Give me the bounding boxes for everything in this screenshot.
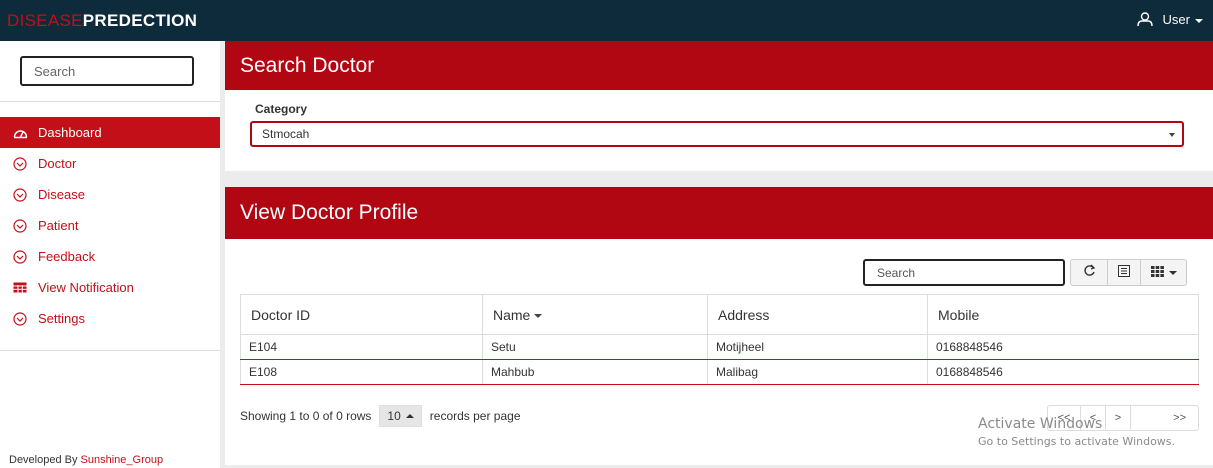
sidebar-item-label: Feedback xyxy=(38,249,96,264)
column-header-name[interactable]: Name xyxy=(482,294,708,335)
refresh-button[interactable] xyxy=(1070,259,1108,286)
column-header-mobile[interactable]: Mobile xyxy=(927,294,1199,335)
sidebar-divider xyxy=(0,350,220,351)
dropdown-arrow-icon xyxy=(1169,133,1175,137)
panel-title: Search Doctor xyxy=(225,41,1213,90)
search-doctor-panel: Search Doctor Category Stmocah xyxy=(225,41,1213,171)
sidebar-item-label: Disease xyxy=(38,187,85,202)
chevron-circle-down-icon xyxy=(12,187,28,203)
watermark-subtitle: Go to Settings to activate Windows. xyxy=(978,435,1176,448)
category-select[interactable]: Stmocah xyxy=(250,121,1184,147)
table-cell: Mahbub xyxy=(482,359,708,385)
sidebar-item-label: Patient xyxy=(38,218,79,233)
sort-caret-icon xyxy=(534,313,543,318)
brand-part-2: PREDECTION xyxy=(82,11,198,30)
dashboard-icon xyxy=(12,125,28,141)
sidebar-item-settings[interactable]: Settings xyxy=(0,303,220,334)
table-cell: E104 xyxy=(240,334,483,360)
column-header-label: Address xyxy=(718,306,770,323)
page-size-value: 10 xyxy=(387,409,401,423)
sidebar-item-view-notification[interactable]: View Notification xyxy=(0,272,220,303)
footer-prefix: Developed By xyxy=(9,454,81,466)
top-navbar: DISEASEPREDECTION User xyxy=(0,0,1213,41)
table-cell: 0168848546 xyxy=(927,359,1199,385)
user-icon xyxy=(1136,12,1153,27)
sidebar-item-feedback[interactable]: Feedback xyxy=(0,241,220,272)
category-label: Category xyxy=(255,102,308,116)
caret-up-icon xyxy=(405,414,414,418)
columns-icon xyxy=(1150,264,1164,282)
sidebar: Dashboard Doctor Disease Patient Feedbac… xyxy=(0,41,220,468)
table-cell: Setu xyxy=(482,334,708,360)
brand-logo[interactable]: DISEASEPREDECTION xyxy=(7,11,197,31)
table-cell: E108 xyxy=(240,359,483,385)
table-cell: 0168848546 xyxy=(927,334,1199,360)
table-header-row: Doctor ID Name Address Mobile xyxy=(240,294,1199,335)
sidebar-item-disease[interactable]: Disease xyxy=(0,179,220,210)
chevron-circle-down-icon xyxy=(12,156,28,172)
sidebar-item-dashboard[interactable]: Dashboard xyxy=(0,117,220,148)
table-row[interactable]: E108 Mahbub Malibag 0168848546 xyxy=(240,359,1199,385)
footer-link[interactable]: Sunshine_Group xyxy=(81,454,164,466)
user-menu-label: User xyxy=(1162,12,1190,27)
list-alt-icon xyxy=(1118,264,1130,282)
column-header-doctor-id[interactable]: Doctor ID xyxy=(240,294,483,335)
sidebar-item-doctor[interactable]: Doctor xyxy=(0,148,220,179)
panel-title: View Doctor Profile xyxy=(225,187,1213,239)
sidebar-menu: Dashboard Doctor Disease Patient Feedbac… xyxy=(0,117,220,334)
chevron-circle-down-icon xyxy=(12,218,28,234)
caret-down-icon xyxy=(1168,270,1177,275)
column-header-label: Mobile xyxy=(938,306,980,323)
records-per-page-text: records per page xyxy=(429,409,521,423)
refresh-icon xyxy=(1083,264,1096,282)
activation-watermark: Activate Windows Go to Settings to activ… xyxy=(978,416,1175,448)
rows-info-text: Showing 1 to 0 of 0 rows xyxy=(240,409,372,423)
pagination-info: Showing 1 to 0 of 0 rows 10 records per … xyxy=(240,405,521,427)
sidebar-search-input[interactable] xyxy=(20,56,194,86)
column-header-label: Name xyxy=(493,306,531,323)
doctor-table: Doctor ID Name Address Mobile E104 Setu … xyxy=(240,294,1199,385)
category-value: Stmocah xyxy=(262,127,310,141)
column-header-address[interactable]: Address xyxy=(707,294,928,335)
table-search-input[interactable] xyxy=(863,259,1065,286)
table-cell: Malibag xyxy=(707,359,928,385)
table-icon xyxy=(12,280,28,296)
sidebar-footer: Developed By Sunshine_Group xyxy=(9,454,163,466)
chevron-circle-down-icon xyxy=(12,249,28,265)
user-menu[interactable]: User xyxy=(1136,12,1203,27)
sidebar-divider xyxy=(0,101,220,102)
brand-part-1: DISEASE xyxy=(7,11,83,30)
sidebar-item-label: Settings xyxy=(38,311,85,326)
sidebar-item-label: Doctor xyxy=(38,156,77,171)
sidebar-item-label: View Notification xyxy=(38,280,134,295)
column-header-label: Doctor ID xyxy=(251,306,311,323)
table-row[interactable]: E104 Setu Motijheel 0168848546 xyxy=(240,334,1199,360)
chevron-circle-down-icon xyxy=(12,311,28,327)
toggle-view-button[interactable] xyxy=(1107,259,1141,286)
watermark-title: Activate Windows xyxy=(978,416,1103,432)
sidebar-item-patient[interactable]: Patient xyxy=(0,210,220,241)
table-cell: Motijheel xyxy=(707,334,928,360)
page-size-dropdown[interactable]: 10 xyxy=(379,405,422,427)
caret-down-icon xyxy=(1195,18,1203,23)
sidebar-item-label: Dashboard xyxy=(38,125,102,140)
columns-button[interactable] xyxy=(1140,259,1187,286)
